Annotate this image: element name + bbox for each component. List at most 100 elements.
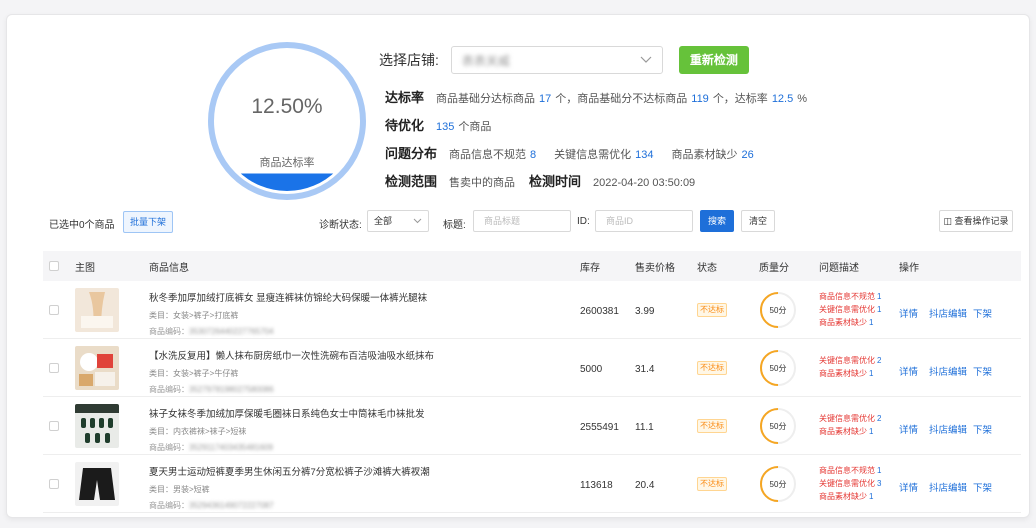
issue-item: 商品素材缺少 1 bbox=[819, 316, 881, 329]
chevron-down-icon bbox=[640, 53, 652, 67]
edit-link[interactable]: 抖店编辑 bbox=[929, 364, 967, 378]
issue-label: 商品信息不规范 bbox=[819, 292, 875, 301]
product-info: 袜子女袜冬季加绒加厚保暖毛圈袜日系纯色女士中筒袜毛巾袜批发 类目：内衣裤袜>袜子… bbox=[149, 406, 425, 453]
price-value: 20.4 bbox=[635, 480, 655, 491]
scope-head: 检测范围 bbox=[385, 174, 438, 189]
stock-value: 113618 bbox=[580, 480, 613, 491]
chevron-down-icon bbox=[413, 211, 422, 231]
issue-count: 3 bbox=[877, 479, 882, 488]
product-thumbnail[interactable] bbox=[75, 346, 119, 390]
row-checkbox[interactable] bbox=[49, 305, 59, 315]
table-row: 袜子女袜冬季加绒加厚保暖毛圈袜日系纯色女士中筒袜毛巾袜批发 类目：内衣裤袜>袜子… bbox=[43, 397, 1021, 455]
filter-bar: 已选中0个商品 批量下架 诊断状态: 全部 标题: 商品标题 ID: 商品ID … bbox=[49, 210, 1013, 236]
product-title[interactable]: 【水洗反复用】懒人抹布厨房纸巾一次性洗碗布百洁吸油吸水纸抹布 bbox=[149, 348, 434, 362]
product-title[interactable]: 夏天男士运动短裤夏季男生休闲五分裤7分宽松裤子沙滩裤大裤衩潮 bbox=[149, 464, 430, 478]
row-checkbox[interactable] bbox=[49, 363, 59, 373]
batch-offshelf-button[interactable]: 批量下架 bbox=[123, 211, 173, 233]
status-filter-value: 全部 bbox=[374, 216, 393, 226]
issue-list: 关键信息需优化 2 商品素材缺少 1 bbox=[819, 354, 881, 380]
col-ops: 操作 bbox=[899, 262, 919, 274]
col-price: 售卖价格 bbox=[635, 262, 675, 274]
offshelf-link[interactable]: 下架 bbox=[973, 364, 992, 378]
issue-item: 商品素材缺少 1 bbox=[819, 425, 881, 438]
status-badge: 不达标 bbox=[697, 419, 727, 433]
store-select[interactable]: 表表关威 bbox=[450, 46, 663, 74]
issue-item: 商品素材缺少 1 bbox=[819, 490, 881, 503]
product-title[interactable]: 秋冬季加厚加绒打底裤女 显瘦连裤袜仿锦纶大码保暖一体裤光腿袜 bbox=[149, 290, 427, 304]
scope-row: 检测范围 售卖中的商品 检测时间 2022-04-20 03:50:09 bbox=[385, 171, 695, 190]
issue-count: 1 bbox=[877, 292, 882, 301]
issue-c-count: 26 bbox=[741, 149, 754, 161]
clear-button[interactable]: 清空 bbox=[741, 210, 775, 232]
row-checkbox[interactable] bbox=[49, 479, 59, 489]
id-search-input[interactable]: 商品ID bbox=[595, 210, 693, 232]
offshelf-link[interactable]: 下架 bbox=[973, 480, 992, 494]
detail-link[interactable]: 详情 bbox=[899, 480, 918, 494]
product-code-label: 商品编码： bbox=[149, 501, 189, 510]
scope-value: 售卖中的商品 bbox=[449, 177, 516, 189]
pending-row: 待优化 135 个商品 bbox=[385, 115, 491, 134]
rate-text-1: 商品基础分达标商品 bbox=[436, 93, 536, 105]
issue-count: 2 bbox=[877, 356, 882, 365]
product-table: 主图 商品信息 库存 售卖价格 状态 质量分 问题描述 操作 秋冬季加厚加绒打底… bbox=[43, 251, 1021, 513]
row-checkbox[interactable] bbox=[49, 421, 59, 431]
rate-head: 达标率 bbox=[385, 90, 425, 105]
product-thumbnail[interactable] bbox=[75, 404, 119, 448]
select-all-checkbox[interactable] bbox=[49, 261, 59, 271]
issue-count: 1 bbox=[877, 305, 882, 314]
detail-link[interactable]: 详情 bbox=[899, 364, 918, 378]
detail-link[interactable]: 详情 bbox=[899, 306, 918, 320]
edit-link[interactable]: 抖店编辑 bbox=[929, 422, 967, 436]
search-button[interactable]: 搜索 bbox=[700, 210, 734, 232]
issue-label: 商品素材缺少 bbox=[819, 427, 867, 436]
issue-list: 商品信息不规范 1 关键信息需优化 3 商品素材缺少 1 bbox=[819, 464, 881, 503]
score-text: 50分 bbox=[770, 480, 787, 489]
issue-item: 关键信息需优化 1 bbox=[819, 303, 881, 316]
offshelf-link[interactable]: 下架 bbox=[973, 306, 992, 320]
edit-link[interactable]: 抖店编辑 bbox=[929, 480, 967, 494]
issues-head: 问题分布 bbox=[385, 146, 438, 161]
product-title[interactable]: 袜子女袜冬季加绒加厚保暖毛圈袜日系纯色女士中筒袜毛巾袜批发 bbox=[149, 406, 425, 420]
col-issue: 问题描述 bbox=[819, 262, 859, 274]
col-info: 商品信息 bbox=[149, 262, 189, 274]
score-text: 50分 bbox=[770, 364, 787, 373]
pass-rate-number: 12.5 bbox=[771, 93, 794, 105]
issue-item: 商品信息不规范 1 bbox=[819, 464, 881, 477]
title-filter-label: 标题: bbox=[443, 220, 466, 231]
status-filter-select[interactable]: 全部 bbox=[367, 210, 429, 232]
rate-row: 达标率 商品基础分达标商品 17 个，商品基础分不达标商品 119 个，达标率 … bbox=[385, 87, 807, 106]
view-log-label: 查看操作记录 bbox=[954, 216, 1009, 226]
product-info: 夏天男士运动短裤夏季男生休闲五分裤7分宽松裤子沙滩裤大裤衩潮 类目：男装>短裤 … bbox=[149, 464, 430, 511]
issue-item: 关键信息需优化 3 bbox=[819, 477, 881, 490]
product-code: 商品编码：3527978198027580086 bbox=[149, 384, 434, 395]
product-info: 秋冬季加厚加绒打底裤女 显瘦连裤袜仿锦纶大码保暖一体裤光腿袜 类目：女装>裤子>… bbox=[149, 290, 427, 337]
fail-count: 119 bbox=[691, 93, 709, 105]
issue-b-label: 关键信息需优化 bbox=[554, 149, 632, 161]
id-filter-label: ID: bbox=[577, 216, 590, 227]
pending-head: 待优化 bbox=[385, 118, 425, 133]
product-thumbnail[interactable] bbox=[75, 462, 119, 506]
status-filter-label: 诊断状态: bbox=[319, 220, 362, 231]
issue-count: 1 bbox=[869, 492, 874, 501]
detail-link[interactable]: 详情 bbox=[899, 422, 918, 436]
issue-label: 商品信息不规范 bbox=[819, 466, 875, 475]
product-thumbnail[interactable] bbox=[75, 288, 119, 332]
product-code: 商品编码：3529117403435481609 bbox=[149, 442, 425, 453]
col-status: 状态 bbox=[697, 262, 717, 274]
quality-score: 50分 bbox=[759, 349, 797, 390]
product-category: 类目：男装>短裤 bbox=[149, 485, 210, 494]
score-text: 50分 bbox=[770, 306, 787, 315]
offshelf-link[interactable]: 下架 bbox=[973, 422, 992, 436]
product-code: 商品编码：3529436149072227087 bbox=[149, 500, 430, 511]
recheck-button[interactable]: 重新检测 bbox=[678, 46, 749, 74]
store-row: 选择店铺: 表表关威 重新检测 bbox=[379, 45, 749, 75]
title-search-input[interactable]: 商品标题 bbox=[473, 210, 571, 232]
view-log-button[interactable]: ◫ 查看操作记录 bbox=[939, 210, 1013, 232]
issue-label: 商品素材缺少 bbox=[819, 318, 867, 327]
table-row: 夏天男士运动短裤夏季男生休闲五分裤7分宽松裤子沙滩裤大裤衩潮 类目：男装>短裤 … bbox=[43, 455, 1021, 513]
score-text: 50分 bbox=[770, 422, 787, 431]
time-value: 2022-04-20 03:50:09 bbox=[593, 177, 696, 189]
edit-link[interactable]: 抖店编辑 bbox=[929, 306, 967, 320]
main-card: 12.50% 商品达标率 选择店铺: 表表关威 重新检测 达标率 商品基础分达标… bbox=[6, 14, 1030, 518]
issue-count: 1 bbox=[869, 318, 874, 327]
